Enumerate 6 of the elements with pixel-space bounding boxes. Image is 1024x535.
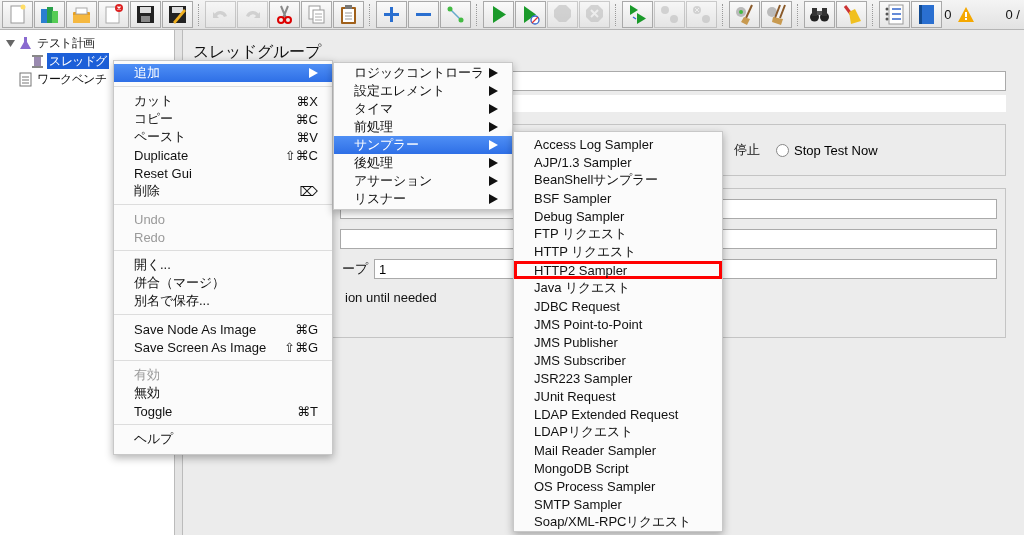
loop-label: ープ bbox=[342, 260, 368, 278]
panel-title: スレッドグループ bbox=[193, 42, 323, 62]
option-label: 停止 bbox=[734, 141, 760, 159]
warning-count: 0 bbox=[944, 7, 952, 22]
thread-count: 0 / bbox=[1005, 7, 1020, 22]
delay-option-label: ion until needed bbox=[345, 290, 438, 305]
